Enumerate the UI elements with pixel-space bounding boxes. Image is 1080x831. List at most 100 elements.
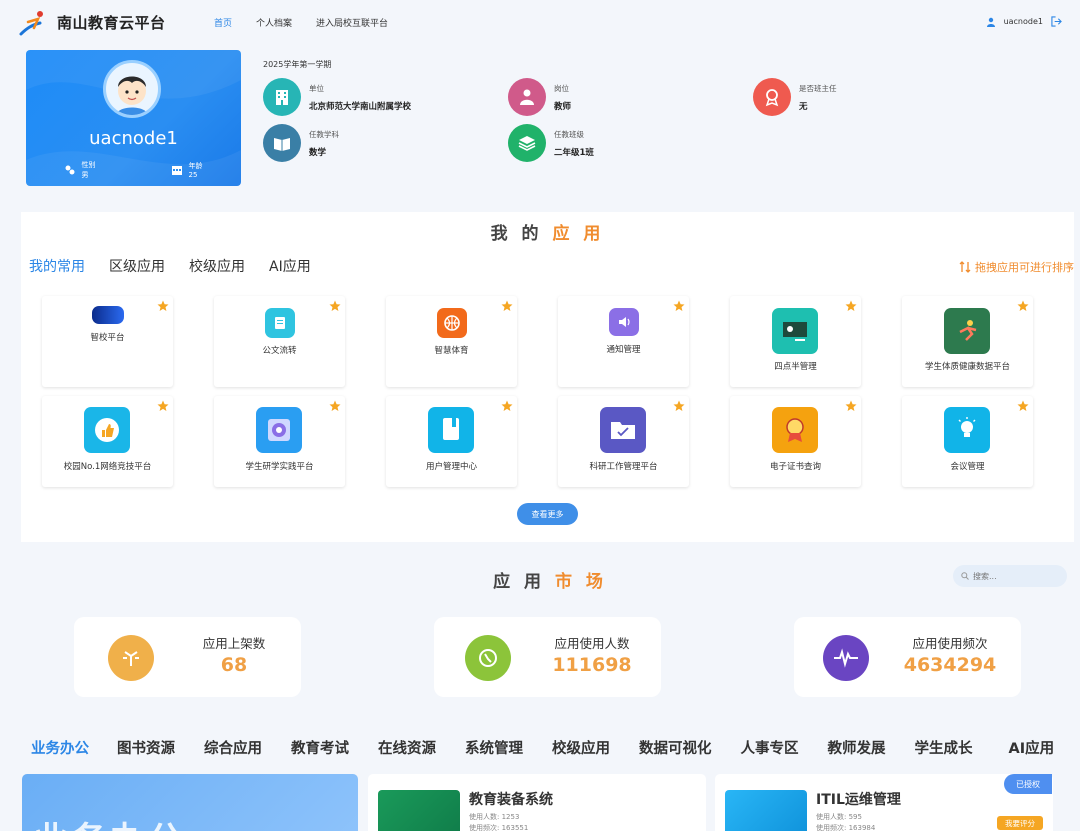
cat-tab[interactable]: AI应用 [1009,737,1055,758]
star-icon[interactable] [157,400,169,412]
brand-title: 南山教育云平台 [57,14,166,32]
cat-tab[interactable]: 数据可视化 [639,737,712,758]
info-headteacher: 是否班主任无 [753,78,837,116]
subject-value: 数学 [309,147,327,158]
star-icon[interactable] [329,300,341,312]
app-card-smart-sports[interactable]: 智慧体育 [386,296,517,387]
star-icon[interactable] [845,300,857,312]
tab-district[interactable]: 区级应用 [109,256,165,276]
avatar[interactable] [103,60,161,118]
star-icon[interactable] [501,300,513,312]
rate-button[interactable]: 我要评分 [997,816,1043,830]
unit-label: 单位 [309,83,324,93]
star-icon[interactable] [157,300,169,312]
stat-label: 应用使用频次 [912,636,988,651]
headteacher-value: 无 [799,101,808,112]
cat-tab[interactable]: 教育考试 [291,737,349,758]
system-card-equipment[interactable]: 教育装备系统 使用人数: 1253 使用频次: 163551 [368,774,706,831]
app-name: 用户管理中心 [425,462,477,472]
profile-card: uacnode1 性别男 年龄 25 [26,50,241,186]
search-input[interactable] [973,571,1063,581]
app-name: 智校平台 [90,333,125,343]
top-nav: 首页 个人档案 进入局校互联平台 [214,16,412,29]
age-meta: 年龄 25 [133,160,240,180]
gender-icon [65,165,74,175]
star-icon[interactable] [673,300,685,312]
app-card-research[interactable]: 科研工作管理平台 [558,396,689,487]
app-card-esports[interactable]: 校园No.1网络竞技平台 [42,396,173,487]
star-icon[interactable] [1017,400,1029,412]
app-card-study-practice[interactable]: 学生研学实践平台 [214,396,345,487]
my-apps-title-a: 我 的 [490,224,543,244]
cat-tab[interactable]: 业务办公 [31,737,89,758]
star-icon[interactable] [673,400,685,412]
system-frequency: 使用频次: 163984 [816,824,876,831]
stat-users: 应用使用人数 111698 [434,617,661,697]
blackboard-icon [772,308,818,354]
tab-ai[interactable]: AI应用 [269,256,311,276]
cat-tab[interactable]: 教师发展 [828,737,886,758]
nav-profile[interactable]: 个人档案 [256,16,292,29]
cat-tab[interactable]: 人事专区 [741,737,799,758]
nav-home[interactable]: 首页 [214,16,232,29]
app-card-document-flow[interactable]: 公文流转 [214,296,345,387]
app-name: 会议管理 [950,462,985,472]
nav-interconnect[interactable]: 进入局校互联平台 [316,16,388,29]
class-value: 二年级1班 [554,147,594,158]
tab-school[interactable]: 校级应用 [189,256,245,276]
cat-tab[interactable]: 系统管理 [465,737,523,758]
market-title: 应 用 市 场 [0,567,1080,592]
tab-common[interactable]: 我的常用 [29,256,85,276]
info-unit: 单位 北京师范大学南山附属学校 [263,78,411,116]
market-title-b: 市 场 [554,572,607,592]
cat-tab[interactable]: 学生成长 [915,737,973,758]
star-icon[interactable] [1017,300,1029,312]
star-icon[interactable] [501,400,513,412]
info-subject: 任教学科 数学 [263,124,339,162]
info-class: 任教班级 二年级1班 [508,124,594,162]
star-icon[interactable] [329,400,341,412]
cat-tab[interactable]: 图书资源 [117,737,175,758]
my-apps-title: 我 的 应 用 [21,219,1074,244]
arrows-split-icon [108,635,154,681]
business-office-banner[interactable]: 业务办公 [22,774,358,831]
basketball-icon [437,308,467,338]
top-header: 南山教育云平台 首页 个人档案 进入局校互联平台 uacnode1 [0,0,1080,44]
itil-thumb [725,790,807,831]
app-name: 校园No.1网络竞技平台 [63,462,152,472]
app-card-meeting[interactable]: 会议管理 [902,396,1033,487]
market-title-a: 应 用 [493,572,546,592]
app-name: 公文流转 [262,346,297,356]
user-name[interactable]: uacnode1 [1004,17,1043,26]
app-card-user-center[interactable]: 用户管理中心 [386,396,517,487]
app-name: 电子证书查询 [769,462,821,472]
app-card-certificate[interactable]: 电子证书查询 [730,396,861,487]
post-value: 教师 [554,101,572,112]
teacher-icon [508,78,546,116]
runner-logo-icon[interactable] [18,8,48,38]
market-search[interactable] [953,565,1067,587]
star-icon[interactable] [845,400,857,412]
app-card-notice[interactable]: 通知管理 [558,296,689,387]
headteacher-label: 是否班主任 [799,83,837,93]
drag-hint: 拖拽应用可进行排序 [959,259,1074,275]
building-icon [263,78,301,116]
cat-tab[interactable]: 综合应用 [204,737,262,758]
system-users: 使用人数: 1253 [469,813,520,821]
system-name: 教育装备系统 [469,792,553,808]
app-card-physical-health[interactable]: 学生体质健康数据平台 [902,296,1033,387]
calendar-icon [171,166,182,175]
stat-frequency: 应用使用频次 4634294 [794,617,1021,697]
view-more-button[interactable]: 查看更多 [517,503,578,525]
app-name: 学生体质健康数据平台 [924,362,1010,372]
app-card-smart-school[interactable]: 智校平台 [42,296,173,387]
category-tabs: 业务办公 图书资源 综合应用 教育考试 在线资源 系统管理 校级应用 数据可视化… [31,737,1054,758]
cat-tab[interactable]: 校级应用 [552,737,610,758]
app-card-after-school[interactable]: 四点半管理 [730,296,861,387]
layers-icon [508,124,546,162]
logout-icon[interactable] [1051,16,1062,27]
folder-icon [600,407,646,453]
sort-icon [959,261,971,273]
cat-tab[interactable]: 在线资源 [378,737,436,758]
stat-label: 应用上架数 [202,636,266,651]
